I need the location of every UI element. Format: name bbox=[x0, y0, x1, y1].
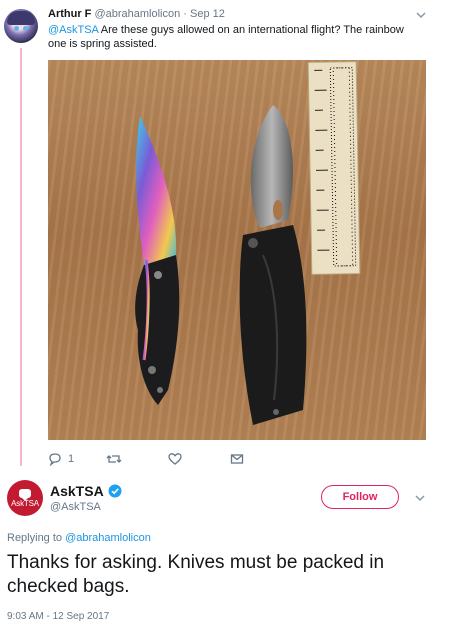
replying-to: Replying to @abrahamlolicon bbox=[7, 532, 151, 544]
tweet-timestamp[interactable]: 9:03 AM - 12 Sep 2017 bbox=[7, 611, 109, 622]
follow-button[interactable]: Follow bbox=[321, 485, 399, 509]
direct-message-action[interactable] bbox=[230, 451, 244, 467]
chevron-down-icon[interactable] bbox=[414, 9, 428, 21]
user-handle[interactable]: @AskTSA bbox=[50, 501, 101, 513]
tweet-photo[interactable] bbox=[48, 60, 426, 440]
reply-count: 1 bbox=[68, 453, 75, 465]
tweet-text: @AskTSA Are these guys allowed on an int… bbox=[48, 23, 418, 51]
display-name[interactable]: AskTSA bbox=[50, 483, 104, 499]
display-name[interactable]: Arthur F bbox=[48, 8, 91, 20]
thread-line bbox=[20, 48, 22, 466]
envelope-icon bbox=[230, 454, 244, 464]
heart-icon bbox=[168, 453, 182, 465]
tweet-date[interactable]: Sep 12 bbox=[190, 8, 225, 20]
dot-separator: · bbox=[183, 8, 187, 20]
reply-tweet-text: Thanks for asking. Knives must be packed… bbox=[7, 552, 385, 597]
reply-action[interactable]: 1 bbox=[48, 451, 74, 467]
reply-icon bbox=[49, 453, 61, 466]
knives-photo-illustration bbox=[135, 61, 361, 425]
folding-knife bbox=[239, 105, 307, 425]
user-handle[interactable]: @abrahamlolicon bbox=[94, 8, 180, 20]
chevron-down-icon[interactable] bbox=[413, 492, 427, 504]
retweet-action[interactable] bbox=[106, 451, 126, 467]
replying-handle-link[interactable]: @abrahamlolicon bbox=[65, 532, 151, 544]
mention-link[interactable]: @AskTSA bbox=[48, 24, 98, 36]
replying-prefix: Replying to bbox=[7, 532, 66, 544]
like-action[interactable] bbox=[168, 451, 186, 467]
asktsa-avatar[interactable]: AskTSA bbox=[7, 480, 43, 516]
user-avatar[interactable] bbox=[4, 9, 38, 43]
tweet-header: Arthur F @abrahamlolicon · Sep 12 bbox=[48, 8, 225, 20]
verified-badge-icon bbox=[108, 484, 122, 498]
retweet-icon bbox=[106, 455, 122, 463]
asktsa-name-row: AskTSA bbox=[50, 483, 122, 499]
tweet-body: Are these guys allowed on an internation… bbox=[48, 24, 404, 50]
tweet-actions: 1 bbox=[48, 451, 248, 467]
speech-bubble-icon bbox=[19, 488, 31, 501]
ruler bbox=[307, 61, 361, 275]
rainbow-knife bbox=[135, 116, 180, 405]
